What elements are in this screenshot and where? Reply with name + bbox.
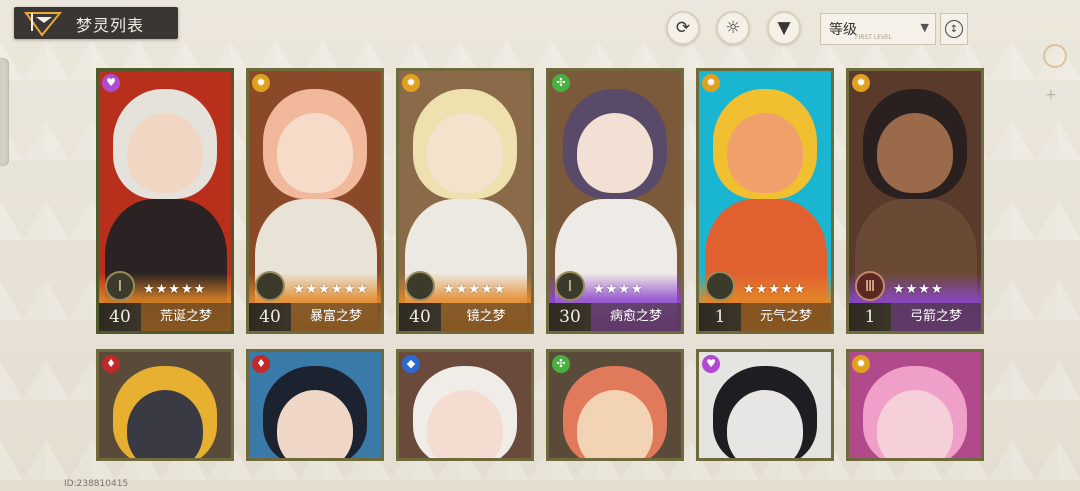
card-name: 元气之梦 — [741, 303, 831, 331]
chevron-down-icon: ▼ — [920, 21, 929, 34]
card-level: 1 — [699, 303, 741, 331]
sun-icon: ✹ — [702, 74, 720, 92]
sort-order-button[interactable]: ↕ — [940, 13, 968, 45]
card-name: 荒诞之梦 — [141, 303, 231, 331]
rank-badge-icon: Ⅲ — [855, 271, 885, 301]
sun-icon: ☼ — [725, 18, 741, 38]
card-level: 1 — [849, 303, 891, 331]
sort-sublabel: FIRST LEVEL — [855, 34, 893, 41]
flame-icon: ♦ — [102, 355, 120, 373]
rank-badge-icon: Ⅰ — [105, 271, 135, 301]
card-level: 40 — [399, 303, 441, 331]
rank-badge-icon — [255, 271, 285, 301]
heart-icon: ♥ — [702, 355, 720, 373]
sort-label: 等级 — [829, 22, 857, 38]
refresh-icon: ⟳ — [675, 18, 691, 38]
sort-dropdown[interactable]: 等级 FIRST LEVEL ▼ — [820, 13, 936, 45]
card-level: 30 — [549, 303, 591, 331]
card-level: 40 — [99, 303, 141, 331]
star-rating: ★★★★★ — [443, 282, 507, 297]
character-card[interactable]: ✣ — [546, 349, 684, 461]
portrait-face — [727, 113, 803, 193]
character-card[interactable]: ✹ ★★★★★ 1 元气之梦 — [696, 68, 834, 334]
portrait-face — [877, 113, 953, 193]
character-card[interactable]: ♥ — [696, 349, 834, 461]
heart-icon: ♥ — [102, 74, 120, 92]
page-title: 梦灵列表 — [76, 16, 145, 35]
character-card[interactable]: ✣ Ⅰ ★★★★ 30 病愈之梦 — [546, 68, 684, 334]
portrait-face — [277, 390, 353, 458]
character-card[interactable]: ◆ — [396, 349, 534, 461]
portrait-face — [577, 113, 653, 193]
portrait-face — [577, 390, 653, 458]
character-card[interactable]: ✹ ★★★★★ 40 镜之梦 — [396, 68, 534, 334]
sort-order-icon: ↕ — [945, 20, 963, 38]
card-name: 镜之梦 — [441, 303, 531, 331]
title-bar: 梦灵列表 — [14, 7, 178, 39]
star-rating: ★★★★ — [593, 282, 644, 297]
player-id: ID:238810415 — [64, 479, 129, 489]
filter-button[interactable]: ▼ — [767, 11, 801, 45]
flame-icon: ♦ — [252, 355, 270, 373]
character-card[interactable]: ♥ Ⅰ ★★★★★ 40 荒诞之梦 — [96, 68, 234, 334]
rank-badge-icon — [405, 271, 435, 301]
character-card[interactable]: ✹ ★★★★★★ 40 暴富之梦 — [246, 68, 384, 334]
portrait-face — [127, 390, 203, 458]
decorative-plus-icon: + — [1045, 87, 1057, 103]
portrait-face — [127, 113, 203, 193]
star-rating: ★★★★★ — [743, 282, 807, 297]
character-card[interactable]: ♦ — [96, 349, 234, 461]
atom-icon: ✣ — [552, 355, 570, 373]
character-card[interactable]: ✹ — [846, 349, 984, 461]
filter-icon: ▼ — [777, 18, 791, 38]
sun-icon: ✹ — [852, 74, 870, 92]
side-drawer-handle[interactable] — [0, 58, 9, 166]
portrait-face — [277, 113, 353, 193]
portrait-face — [727, 390, 803, 458]
rank-badge-icon: Ⅰ — [555, 271, 585, 301]
sun-icon: ✹ — [252, 74, 270, 92]
character-card[interactable]: ♦ — [246, 349, 384, 461]
water-icon: ◆ — [402, 355, 420, 373]
card-level: 40 — [249, 303, 291, 331]
decorative-ring-icon — [1043, 44, 1067, 68]
rank-badge-icon — [705, 271, 735, 301]
card-name: 暴富之梦 — [291, 303, 381, 331]
portrait-face — [427, 113, 503, 193]
card-name: 病愈之梦 — [591, 303, 681, 331]
card-name: 弓箭之梦 — [891, 303, 981, 331]
character-card[interactable]: ✹ Ⅲ ★★★★ 1 弓箭之梦 — [846, 68, 984, 334]
portrait-face — [427, 390, 503, 458]
logo-icon — [24, 12, 62, 37]
star-rating: ★★★★★ — [143, 282, 207, 297]
star-rating: ★★★★ — [893, 282, 944, 297]
sun-icon: ✹ — [402, 74, 420, 92]
portrait-face — [877, 390, 953, 458]
sun-icon: ✹ — [852, 355, 870, 373]
star-rating: ★★★★★★ — [293, 282, 369, 297]
element-filter-button[interactable]: ☼ — [716, 11, 750, 45]
refresh-button[interactable]: ⟳ — [666, 11, 700, 45]
atom-icon: ✣ — [552, 74, 570, 92]
